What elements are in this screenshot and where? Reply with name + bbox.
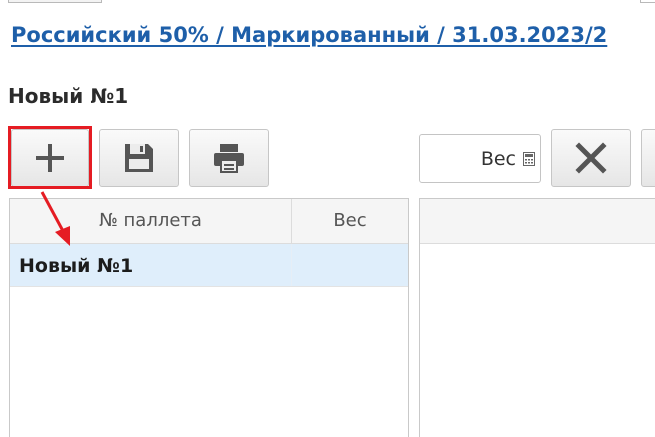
pallets-table: № паллета Вес Новый №1 — [9, 198, 409, 437]
next-toolbar-button[interactable] — [641, 129, 655, 187]
pallet-contents-table — [419, 198, 655, 437]
floppy-disk-icon — [125, 144, 153, 172]
calculator-icon[interactable] — [523, 152, 535, 166]
delete-button[interactable] — [551, 129, 631, 187]
column-header-weight[interactable]: Вес — [292, 199, 408, 243]
top-control-fragment-right[interactable] — [640, 0, 655, 3]
print-button[interactable] — [189, 129, 269, 187]
breadcrumb-link[interactable]: Российский 50% / Маркированный / 31.03.2… — [11, 23, 607, 47]
page-title: Новый №1 — [8, 84, 129, 108]
weight-input[interactable] — [420, 138, 516, 179]
cell-weight — [292, 244, 408, 286]
add-button[interactable] — [11, 129, 89, 187]
close-icon — [575, 142, 607, 174]
table-row[interactable]: Новый №1 — [10, 244, 408, 287]
cell-pallet: Новый №1 — [19, 255, 134, 277]
weight-field[interactable] — [419, 134, 541, 183]
printer-icon — [214, 144, 244, 173]
table-header-right — [420, 199, 655, 244]
top-control-fragment[interactable] — [8, 0, 102, 3]
plus-icon — [36, 144, 64, 172]
column-header-pallet[interactable]: № паллета — [10, 199, 291, 243]
save-button[interactable] — [99, 129, 179, 187]
page: Российский 50% / Маркированный / 31.03.2… — [0, 0, 655, 437]
table-header: № паллета Вес — [10, 199, 408, 244]
